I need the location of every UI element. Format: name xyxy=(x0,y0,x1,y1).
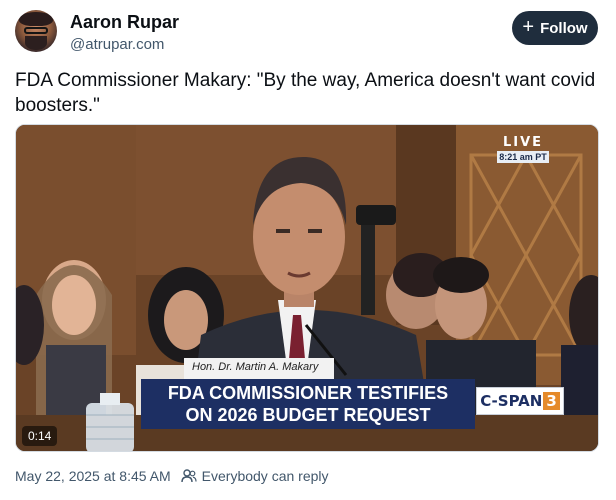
post-card: Aaron Rupar @atrupar.com + Follow FDA Co… xyxy=(0,0,616,500)
avatar-hair xyxy=(19,12,53,26)
video-timecode: 0:14 xyxy=(22,426,58,446)
author-avatar[interactable] xyxy=(15,10,57,52)
network-logo: C-SPAN 3 xyxy=(476,387,564,415)
network-logo-number: 3 xyxy=(543,392,560,410)
witness-nameplate: Hon. Dr. Martin A. Makary xyxy=(184,358,334,380)
post-text: FDA Commissioner Makary: "By the way, Am… xyxy=(15,70,596,116)
live-indicator: LIVE 8:21 am PT xyxy=(497,135,549,163)
reply-setting[interactable]: Everybody can reply xyxy=(202,468,329,484)
follow-button-label: Follow xyxy=(540,19,588,37)
people-icon xyxy=(180,469,197,483)
post-meta: May 22, 2025 at 8:45 AM Everybody can re… xyxy=(15,468,329,484)
avatar-beard xyxy=(25,36,47,50)
video-player[interactable]: LIVE 8:21 am PT Hon. Dr. Martin A. Makar… xyxy=(15,124,599,452)
news-chyron: FDA COMMISSIONER TESTIFIES ON 2026 BUDGE… xyxy=(141,379,475,429)
post-timestamp[interactable]: May 22, 2025 at 8:45 AM xyxy=(15,468,171,484)
author-handle[interactable]: @atrupar.com xyxy=(70,36,164,53)
plus-icon: + xyxy=(522,16,535,38)
chyron-line-1: FDA COMMISSIONER TESTIFIES xyxy=(167,383,449,403)
author-display-name[interactable]: Aaron Rupar xyxy=(70,12,179,33)
live-time: 8:21 am PT xyxy=(497,151,549,163)
live-label: LIVE xyxy=(502,135,544,150)
network-logo-text: C-SPAN xyxy=(480,392,543,410)
chyron-line-2: ON 2026 BUDGET REQUEST xyxy=(185,405,431,425)
avatar-glasses xyxy=(24,27,48,34)
follow-button[interactable]: + Follow xyxy=(512,11,598,45)
